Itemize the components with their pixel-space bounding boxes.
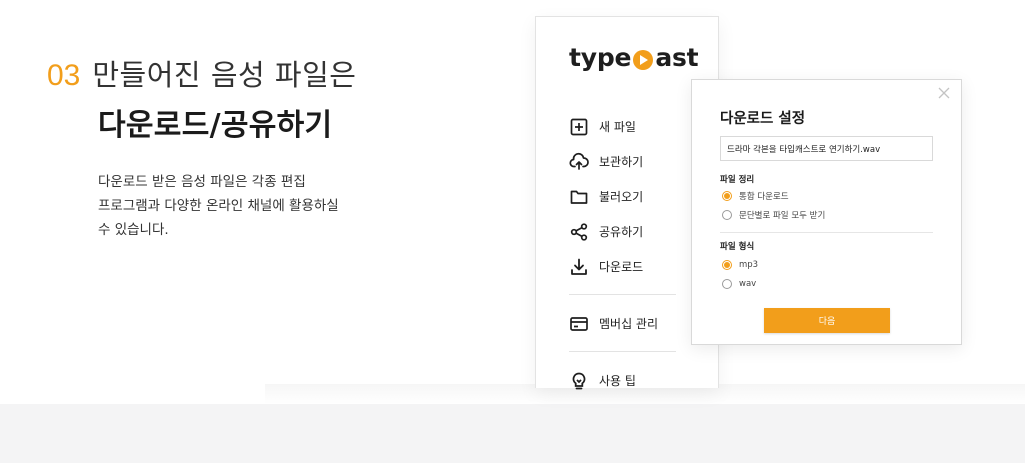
- description-line: 다운로드 받은 음성 파일은 각종 편집: [98, 174, 306, 190]
- sidebar-item-label: 공유하기: [599, 225, 644, 239]
- folder-icon: [570, 190, 588, 204]
- description-line: 수 있습니다.: [98, 222, 169, 238]
- sidebar-item-label: 불러오기: [599, 190, 644, 204]
- download-settings-dialog: 다운로드 설정 파일 정리 통합 다운로드 문단별로 파일 모두 받기 파일 형…: [691, 79, 962, 345]
- sidebar-item-save[interactable]: 보관하기: [569, 144, 709, 179]
- sidebar-item-download[interactable]: 다운로드: [569, 249, 709, 284]
- next-button[interactable]: 다음: [764, 308, 890, 333]
- sidebar-item-open[interactable]: 불러오기: [569, 179, 709, 214]
- dialog-title: 다운로드 설정: [720, 111, 806, 127]
- card-icon: [570, 316, 588, 331]
- lightbulb-icon: [572, 372, 586, 389]
- radio-checked-icon: [722, 191, 732, 201]
- sidebar-item-label: 새 파일: [599, 120, 636, 134]
- play-logo-icon: [633, 49, 654, 70]
- radio-label: 통합 다운로드: [739, 192, 789, 202]
- description: 다운로드 받은 음성 파일은 각종 편집 프로그램과 다양한 온라인 채널에 활…: [98, 170, 398, 242]
- logo-text-left: type: [569, 43, 632, 72]
- sidebar-item-share[interactable]: 공유하기: [569, 214, 709, 249]
- radio-label: 문단별로 파일 모두 받기: [739, 211, 826, 221]
- plus-square-icon: [570, 118, 588, 135]
- close-icon[interactable]: [937, 86, 951, 100]
- sidebar-item-membership[interactable]: 멤버십 관리: [569, 306, 709, 341]
- radio-mp3[interactable]: mp3: [722, 260, 758, 270]
- description-line: 프로그램과 다양한 온라인 채널에 활용하실: [98, 198, 339, 214]
- share-icon: [570, 222, 588, 241]
- radio-unchecked-icon: [722, 210, 732, 220]
- menu-divider: [569, 351, 676, 352]
- file-format-title: 파일 형식: [720, 242, 755, 252]
- radio-wav[interactable]: wav: [722, 279, 756, 289]
- dialog-divider: [720, 232, 933, 233]
- cloud-upload-icon: [569, 152, 589, 170]
- headline-line1: 03 만들어진 음성 파일은: [47, 52, 356, 94]
- headline: 03 만들어진 음성 파일은 다운로드/공유하기: [47, 52, 356, 144]
- file-arrange-title: 파일 정리: [720, 175, 755, 185]
- sidebar-item-tips[interactable]: 사용 팁: [569, 363, 709, 398]
- sidebar-item-new-file[interactable]: 새 파일: [569, 109, 709, 144]
- filename-input[interactable]: [720, 136, 933, 161]
- radio-per-paragraph[interactable]: 문단별로 파일 모두 받기: [722, 209, 825, 221]
- sidebar-item-label: 사용 팁: [599, 374, 636, 388]
- logo-text-right: ast: [655, 43, 699, 72]
- headline-subtitle: 만들어진 음성 파일은: [92, 58, 357, 92]
- sidebar-item-label: 멤버십 관리: [599, 317, 659, 331]
- menu-divider: [569, 294, 676, 295]
- download-icon: [571, 258, 587, 275]
- sidebar-menu: 새 파일 보관하기 불러오기 공유하기 다운로드 멤버십 관리 사용 팁: [569, 109, 709, 398]
- sidebar-item-label: 보관하기: [599, 155, 644, 169]
- radio-unchecked-icon: [722, 279, 732, 289]
- headline-title: 다운로드/공유하기: [98, 108, 333, 143]
- radio-label: mp3: [739, 260, 759, 270]
- typecast-logo: type ast: [569, 43, 699, 72]
- radio-checked-icon: [722, 260, 732, 270]
- radio-label: wav: [739, 279, 757, 289]
- bottom-band: [0, 404, 1025, 463]
- sidebar-item-label: 다운로드: [599, 260, 644, 274]
- radio-merged-download[interactable]: 통합 다운로드: [722, 190, 789, 202]
- step-number: 03: [47, 59, 81, 92]
